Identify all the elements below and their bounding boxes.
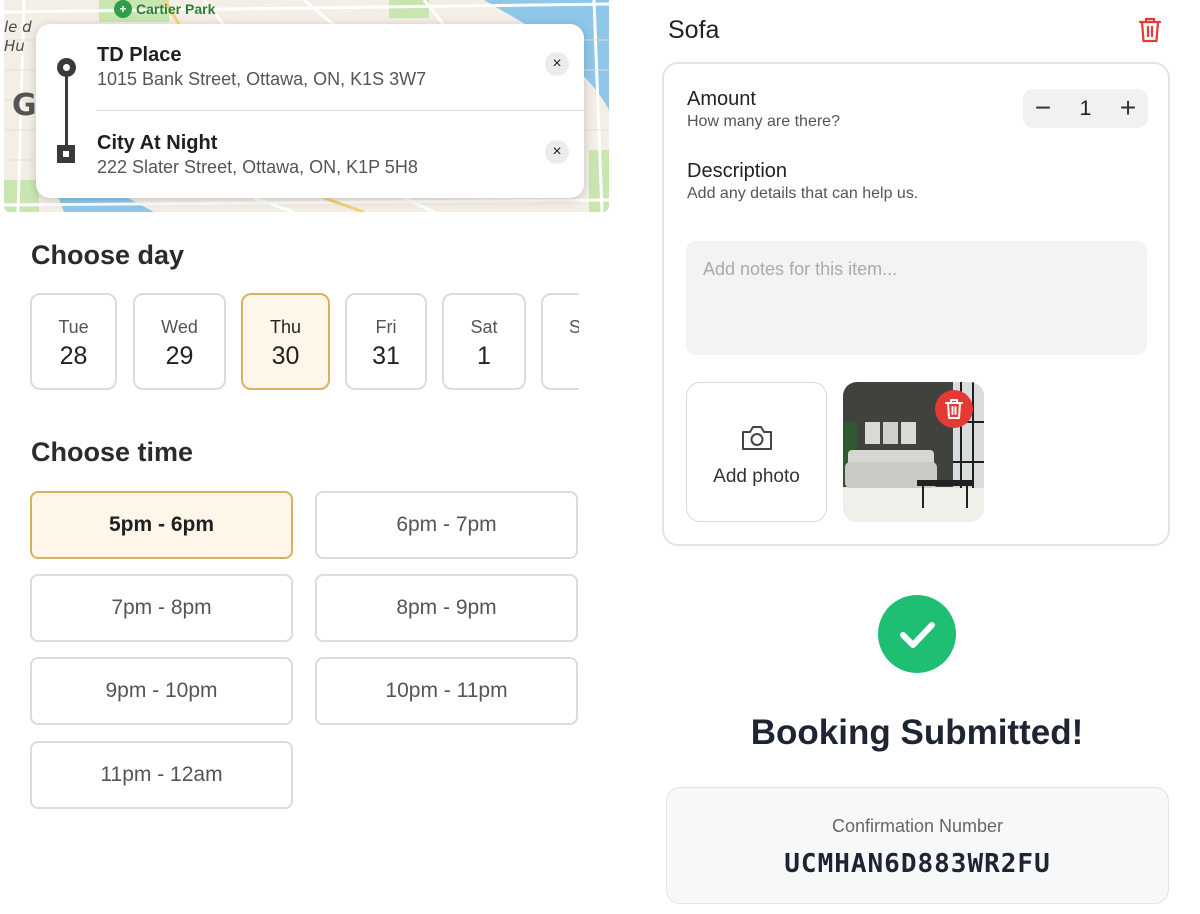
quantity-stepper: − 1 +: [1023, 89, 1148, 128]
route-map[interactable]: + Cartier Park le d Hu G TD Place 1015 B…: [4, 0, 609, 212]
park-name: Cartier Park: [136, 1, 216, 17]
amount-label: Amount: [687, 88, 756, 110]
day-option[interactable]: Fri 31: [345, 293, 427, 390]
day-number: 28: [59, 342, 88, 370]
day-option[interactable]: Wed 29: [133, 293, 226, 390]
route-line: [65, 68, 68, 154]
destination-name: City At Night: [97, 132, 218, 154]
map-place-label: Hu: [4, 37, 25, 55]
description-hint: Add any details that can help us.: [687, 185, 919, 202]
day-name: Fri: [375, 317, 397, 337]
route-divider: [96, 110, 584, 111]
park-label: + Cartier Park: [114, 0, 215, 18]
clear-destination-button[interactable]: ×: [545, 140, 569, 164]
day-option[interactable]: Sat 1: [442, 293, 526, 390]
confirmation-number-label: Confirmation Number: [831, 816, 1004, 836]
origin-address: 1015 Bank Street, Ottawa, ON, K1S 3W7: [97, 69, 427, 89]
day-number: 30: [271, 342, 300, 370]
time-slot[interactable]: 10pm - 11pm: [315, 657, 578, 725]
day-number: 1: [477, 342, 491, 370]
time-slot[interactable]: 6pm - 7pm: [315, 491, 578, 559]
park-icon: +: [114, 0, 132, 18]
day-option-selected[interactable]: Thu 30: [241, 293, 330, 390]
day-name: Wed: [161, 317, 198, 337]
route-card: TD Place 1015 Bank Street, Ottawa, ON, K…: [36, 24, 584, 198]
success-check-icon: [878, 595, 956, 673]
origin-marker-icon: [57, 58, 76, 77]
day-option[interactable]: S: [541, 293, 579, 390]
confirmation-number: UCMHAN6D883WR2FU: [784, 849, 1051, 879]
increment-button[interactable]: +: [1108, 89, 1148, 128]
trash-icon: [1138, 17, 1162, 43]
confirmation-box: Confirmation Number UCMHAN6D883WR2FU: [666, 787, 1169, 904]
origin-name: TD Place: [97, 44, 182, 66]
choose-time-heading: Choose time: [31, 437, 194, 467]
destination-marker-icon: [57, 145, 75, 163]
clear-origin-button[interactable]: ×: [545, 52, 569, 76]
confirmation-title: Booking Submitted!: [750, 713, 1084, 752]
day-name: Tue: [58, 317, 89, 337]
day-name: Thu: [269, 317, 302, 337]
map-place-label: G: [12, 88, 37, 123]
item-title: Sofa: [668, 16, 720, 44]
time-slot[interactable]: 9pm - 10pm: [30, 657, 293, 725]
delete-item-button[interactable]: [1138, 16, 1162, 44]
time-slot[interactable]: 11pm - 12am: [30, 741, 293, 809]
time-slot[interactable]: 7pm - 8pm: [30, 574, 293, 642]
quantity-value: 1: [1079, 97, 1092, 120]
decrement-button[interactable]: −: [1023, 89, 1063, 128]
time-slot[interactable]: 8pm - 9pm: [315, 574, 578, 642]
item-photo-thumbnail[interactable]: [843, 382, 984, 522]
item-details-card: Amount How many are there? − 1 + Descrip…: [662, 62, 1170, 546]
time-slot-selected[interactable]: 5pm - 6pm: [30, 491, 293, 559]
trash-icon: [945, 399, 963, 419]
amount-hint: How many are there?: [687, 113, 840, 130]
day-name: S: [569, 317, 579, 337]
day-name: Sat: [470, 317, 498, 337]
add-photo-label: Add photo: [713, 466, 800, 487]
day-number: 31: [372, 342, 400, 370]
camera-icon: [741, 426, 772, 450]
add-photo-button[interactable]: Add photo: [686, 382, 827, 522]
day-number: 29: [165, 342, 194, 370]
day-picker[interactable]: Tue 28 Wed 29 Thu 30 Fri 31 Sat 1 S: [30, 293, 579, 391]
delete-photo-button[interactable]: [935, 390, 973, 428]
choose-day-heading: Choose day: [31, 240, 185, 270]
destination-address: 222 Slater Street, Ottawa, ON, K1P 5H8: [97, 157, 418, 177]
map-place-label: le d: [4, 18, 32, 36]
description-label: Description: [687, 160, 788, 182]
item-notes-input[interactable]: [686, 241, 1147, 355]
day-option[interactable]: Tue 28: [30, 293, 117, 390]
